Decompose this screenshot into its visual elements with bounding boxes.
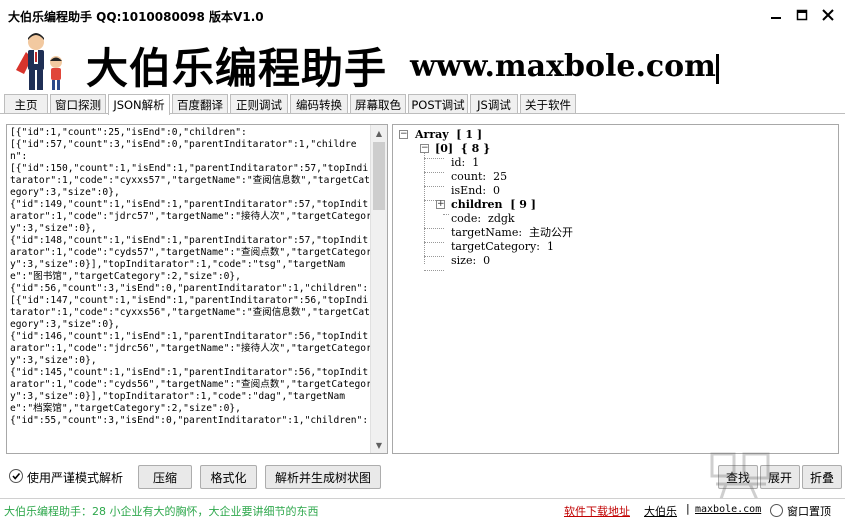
status-separator: | xyxy=(686,502,690,515)
brand-banner: 大伯乐编程助手 www.maxbole.com xyxy=(0,30,845,94)
brand-cursor-bar xyxy=(716,54,719,84)
json-input-text: [{"id":1,"count":25,"isEnd":0,"children"… xyxy=(10,127,372,426)
maximize-button[interactable] xyxy=(792,6,812,24)
scroll-up-arrow-icon[interactable]: ▲ xyxy=(371,125,387,141)
tree-node-field[interactable]: isEnd: 0 xyxy=(451,184,500,197)
tab-js-debug[interactable]: JS调试 xyxy=(470,94,518,114)
tree-connector xyxy=(424,228,444,229)
tree-node-field[interactable]: count: 25 xyxy=(451,170,507,183)
tab-post-debug[interactable]: POST调试 xyxy=(408,94,468,114)
title-bar: 大伯乐编程助手 QQ:1010080098 版本V1.0 xyxy=(0,0,845,30)
window-topmost-checkbox[interactable] xyxy=(770,504,783,517)
collapse-root-icon[interactable]: − xyxy=(399,130,408,139)
tree-connector xyxy=(424,152,425,264)
tree-node-children[interactable]: children [ 9 ] xyxy=(451,198,536,211)
json-input-scrollbar[interactable]: ▲ ▼ xyxy=(370,125,387,453)
tab-encoding-convert[interactable]: 编码转换 xyxy=(290,94,348,114)
tab-home[interactable]: 主页 xyxy=(4,94,48,114)
tree-connector xyxy=(424,186,444,187)
collapse-button[interactable]: 折叠 xyxy=(802,465,842,489)
check-icon xyxy=(12,472,21,480)
scroll-down-arrow-icon[interactable]: ▼ xyxy=(371,437,387,453)
brand-chinese-name: 大伯乐编程助手 xyxy=(86,44,388,93)
tree-node-item0[interactable]: [0] { 8 } xyxy=(435,142,490,155)
tree-connector xyxy=(424,242,444,243)
strict-mode-label[interactable]: 使用严谨模式解析 xyxy=(27,469,123,486)
tab-baidu-translate[interactable]: 百度翻译 xyxy=(172,94,228,114)
compress-button[interactable]: 压缩 xyxy=(138,465,192,489)
expand-children-icon[interactable]: + xyxy=(436,200,445,209)
close-button[interactable] xyxy=(818,6,838,24)
window-topmost-label[interactable]: 窗口置顶 xyxy=(787,503,831,519)
author-link[interactable]: 大伯乐 xyxy=(644,503,677,519)
tree-connector xyxy=(424,158,444,159)
download-link[interactable]: 软件下载地址 xyxy=(564,503,630,519)
json-tree-view[interactable]: − Array [ 1 ] − [0] { 8 } id: 1 count: 2… xyxy=(392,124,839,454)
tree-node-field[interactable]: id: 1 xyxy=(451,156,479,169)
site-link[interactable]: maxbole.com xyxy=(695,504,761,515)
collapse-item0-icon[interactable]: − xyxy=(420,144,429,153)
tab-about[interactable]: 关于软件 xyxy=(520,94,576,114)
status-bar: 大伯乐编程助手：28 小企业有大的胸怀，大企业要讲细节的东西 软件下载地址 大伯… xyxy=(0,498,845,520)
parse-tree-button[interactable]: 解析并生成树状图 xyxy=(265,465,381,489)
tree-node-root[interactable]: Array [ 1 ] xyxy=(415,128,482,141)
tree-connector xyxy=(443,214,449,215)
tree-connector xyxy=(424,172,444,173)
tree-node-field[interactable]: code: zdgk xyxy=(451,212,515,225)
mascot-logo-icon xyxy=(16,33,62,90)
brand-url: www.maxbole.com xyxy=(410,49,716,84)
tab-json-parse[interactable]: JSON解析 xyxy=(108,94,170,115)
tab-bar: 主页 窗口探测 JSON解析 百度翻译 正则调试 编码转换 屏幕取色 POST调… xyxy=(0,94,845,115)
window-title: 大伯乐编程助手 QQ:1010080098 版本V1.0 xyxy=(8,10,264,24)
tab-regex-debug[interactable]: 正则调试 xyxy=(230,94,288,114)
minimize-icon xyxy=(771,17,781,19)
slogan-text: 大伯乐编程助手：28 小企业有大的胸怀，大企业要讲细节的东西 xyxy=(4,505,319,518)
tree-node-field[interactable]: targetName: 主动公开 xyxy=(451,226,573,239)
close-icon xyxy=(822,9,834,21)
json-input-textarea[interactable]: [{"id":1,"count":25,"isEnd":0,"children"… xyxy=(6,124,388,454)
json-parse-panel: [{"id":1,"count":25,"isEnd":0,"children"… xyxy=(0,113,845,460)
tab-color-picker[interactable]: 屏幕取色 xyxy=(350,94,406,114)
tree-node-field[interactable]: targetCategory: 1 xyxy=(451,240,554,253)
scrollbar-thumb[interactable] xyxy=(373,142,385,210)
tree-connector xyxy=(424,256,444,257)
tree-node-field[interactable]: size: 0 xyxy=(451,254,490,267)
tab-window-probe[interactable]: 窗口探测 xyxy=(50,94,106,114)
strict-mode-checkbox[interactable] xyxy=(9,469,23,483)
minimize-button[interactable] xyxy=(766,6,786,24)
tree-connector xyxy=(424,270,444,271)
format-button[interactable]: 格式化 xyxy=(200,465,257,489)
maximize-icon xyxy=(796,9,808,21)
